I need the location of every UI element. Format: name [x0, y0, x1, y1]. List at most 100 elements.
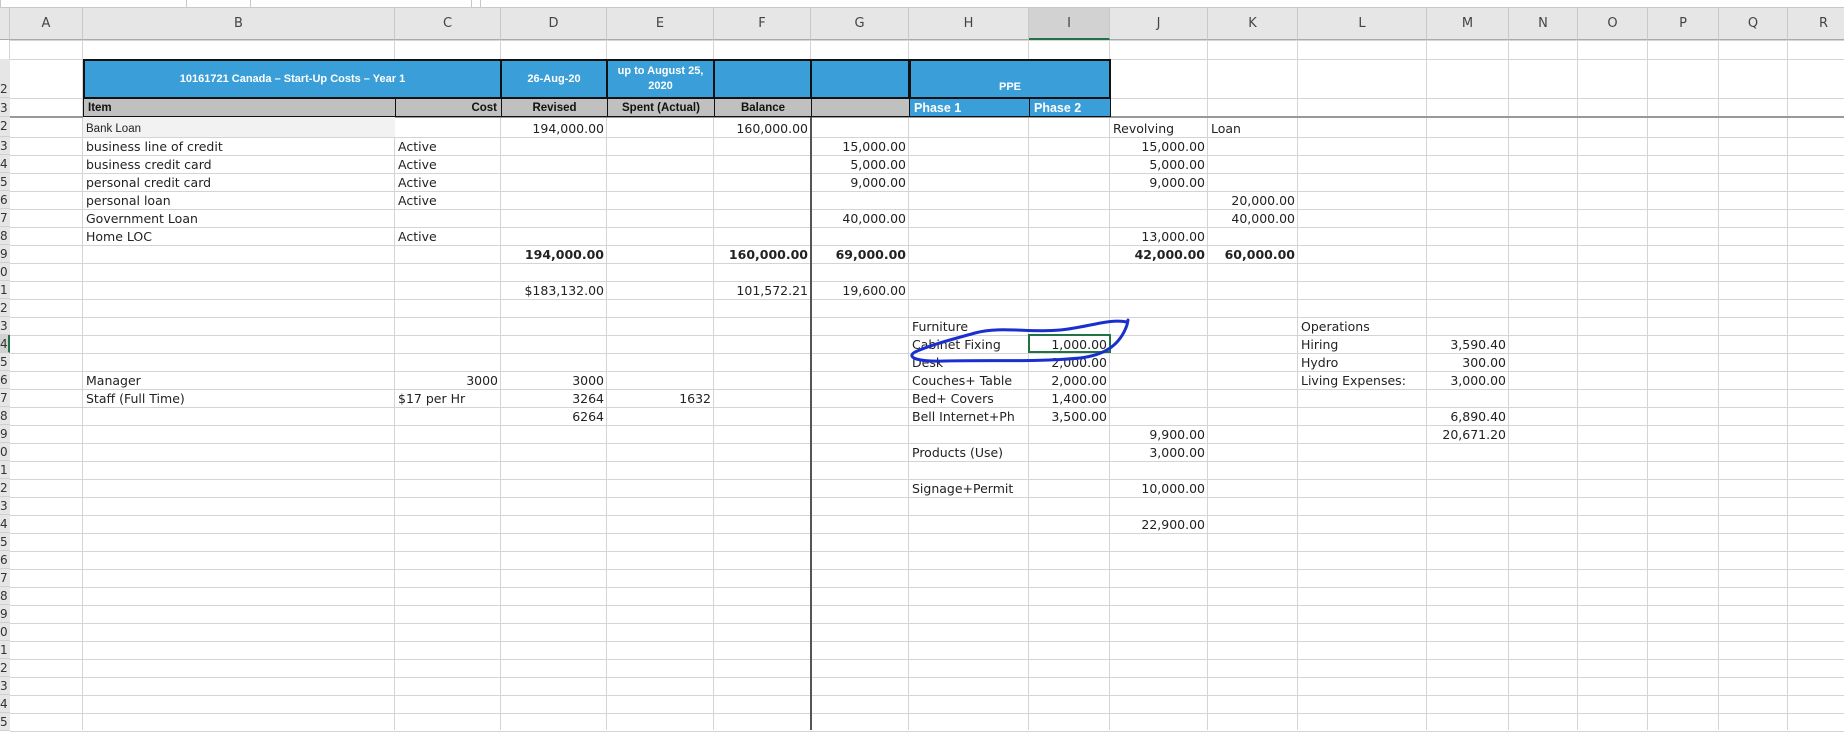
column-header-J[interactable]: J	[1110, 8, 1208, 40]
cell-G6[interactable]: 40,000.00	[811, 209, 909, 227]
name-box[interactable]	[0, 0, 187, 8]
cell-M18[interactable]: 20,671.20	[1427, 425, 1509, 443]
row-header[interactable]: 7	[0, 389, 10, 407]
cell-H13[interactable]: Cabinet Fixing	[909, 335, 1029, 353]
cell-C15[interactable]: 3000	[395, 371, 501, 389]
cell-H14[interactable]: Desk	[909, 353, 1029, 371]
cell-I15[interactable]: 2,000.00	[1029, 371, 1110, 389]
row-header[interactable]: 2	[0, 479, 10, 497]
cell-B5[interactable]: personal loan	[83, 191, 395, 209]
cell-B7[interactable]: Home LOC	[83, 227, 395, 245]
row-header[interactable]: 4	[0, 155, 10, 173]
cell-L13[interactable]: Hiring	[1298, 335, 1427, 353]
cell-G2[interactable]: 15,000.00	[811, 137, 909, 155]
cell-K6[interactable]: 40,000.00	[1208, 209, 1298, 227]
cell-K5[interactable]: 20,000.00	[1208, 191, 1298, 209]
column-header-B[interactable]: B	[83, 8, 395, 40]
row-header[interactable]: 1	[0, 461, 10, 479]
row-header[interactable]: 3	[0, 137, 10, 155]
cell-J4[interactable]: 9,000.00	[1110, 173, 1208, 191]
cell-D17[interactable]: 6264	[501, 407, 607, 425]
row-header[interactable]: 3	[0, 98, 10, 117]
row-header[interactable]: 2	[0, 59, 10, 98]
cell-H12[interactable]: Furniture	[909, 317, 1298, 335]
cell-I14[interactable]: 2,000.00	[1029, 353, 1110, 371]
cell-G8[interactable]: 69,000.00	[811, 245, 909, 263]
row-header[interactable]: 8	[0, 407, 10, 425]
cell-M14[interactable]: 300.00	[1427, 353, 1509, 371]
cell-G3[interactable]: 5,000.00	[811, 155, 909, 173]
row-header[interactable]: 8	[0, 227, 10, 245]
row-header[interactable]: 5	[0, 533, 10, 551]
column-header-L[interactable]: L	[1298, 8, 1427, 40]
cell-D15[interactable]: 3000	[501, 371, 607, 389]
column-header-Q[interactable]: Q	[1719, 8, 1788, 40]
cell-J2[interactable]: 15,000.00	[1110, 137, 1208, 155]
cell-J21[interactable]: 10,000.00	[1110, 479, 1208, 497]
row-header[interactable]: 6	[0, 191, 10, 209]
cell-J8[interactable]: 42,000.00	[1110, 245, 1208, 263]
cell-M15[interactable]: 3,000.00	[1427, 371, 1509, 389]
row-header[interactable]: 1	[0, 281, 10, 299]
formula-input[interactable]	[480, 0, 1844, 8]
cell-B16[interactable]: Staff (Full Time)	[83, 389, 395, 407]
row-header[interactable]: 2	[0, 659, 10, 677]
row-header[interactable]: 4	[0, 335, 10, 353]
cell-C4[interactable]: Active	[395, 173, 811, 191]
cell-B1[interactable]: Bank Loan	[83, 117, 501, 137]
column-header-R[interactable]: R	[1788, 8, 1844, 40]
row-header[interactable]: 0	[0, 263, 10, 281]
cell-H16[interactable]: Bed+ Covers	[909, 389, 1029, 407]
column-header-K[interactable]: K	[1208, 8, 1298, 40]
column-header-G[interactable]: G	[811, 8, 909, 40]
row-header[interactable]: 4	[0, 515, 10, 533]
cell-B15[interactable]: Manager	[83, 371, 395, 389]
cell-G10[interactable]: 19,600.00	[811, 281, 909, 299]
cell-B4[interactable]: personal credit card	[83, 173, 395, 191]
cell-H21[interactable]: Signage+Permit	[909, 479, 1110, 497]
cell-L15[interactable]: Living Expenses:	[1298, 371, 1427, 389]
cell-I17[interactable]: 3,500.00	[1029, 407, 1110, 425]
cell-K8[interactable]: 60,000.00	[1208, 245, 1298, 263]
column-header-O[interactable]: O	[1578, 8, 1648, 40]
cell-L14[interactable]: Hydro	[1298, 353, 1427, 371]
cell-C5[interactable]: Active	[395, 191, 1208, 209]
cell-G4[interactable]: 9,000.00	[811, 173, 909, 191]
select-all-corner[interactable]	[0, 8, 10, 40]
row-header[interactable]: 7	[0, 209, 10, 227]
cell-J19[interactable]: 3,000.00	[1110, 443, 1208, 461]
cell-F1[interactable]: 160,000.00	[714, 117, 811, 137]
cell-F8[interactable]: 160,000.00	[714, 245, 811, 263]
row-header[interactable]: 4	[0, 695, 10, 713]
active-cell-cursor[interactable]	[1028, 334, 1111, 353]
cell-J18[interactable]: 9,900.00	[1110, 425, 1208, 443]
cell-D16[interactable]: 3264	[501, 389, 607, 407]
cell-E16[interactable]: 1632	[607, 389, 714, 407]
cell-C16[interactable]: $17 per Hr	[395, 389, 501, 407]
cell-J1[interactable]: Revolving	[1110, 117, 1208, 137]
cell-F10[interactable]: 101,572.21	[714, 281, 811, 299]
cell-K1[interactable]: Loan	[1208, 117, 1608, 137]
cell-C7[interactable]: Active	[395, 227, 1110, 245]
row-header[interactable]: 3	[0, 317, 10, 335]
row-header[interactable]: 3	[0, 497, 10, 515]
row-header[interactable]: 1	[0, 641, 10, 659]
cell-M13[interactable]: 3,590.40	[1427, 335, 1509, 353]
cell-J3[interactable]: 5,000.00	[1110, 155, 1208, 173]
column-header-D[interactable]: D	[501, 8, 607, 40]
column-header-E[interactable]: E	[607, 8, 714, 40]
cell-I16[interactable]: 1,400.00	[1029, 389, 1110, 407]
cell-B3[interactable]: business credit card	[83, 155, 395, 173]
row-header[interactable]: 6	[0, 371, 10, 389]
cell-L12[interactable]: Operations	[1298, 317, 1698, 335]
row-header[interactable]: 5	[0, 353, 10, 371]
cell-D10[interactable]: $183,132.00	[501, 281, 607, 299]
row-header[interactable]: 7	[0, 569, 10, 587]
row-header[interactable]: 9	[0, 425, 10, 443]
column-header-A[interactable]: A	[10, 8, 83, 40]
cell-M17[interactable]: 6,890.40	[1427, 407, 1509, 425]
row-header[interactable]: 2	[0, 299, 10, 317]
cell-H19[interactable]: Products (Use)	[909, 443, 1110, 461]
row-header[interactable]: 5	[0, 173, 10, 191]
column-header-C[interactable]: C	[395, 8, 501, 40]
